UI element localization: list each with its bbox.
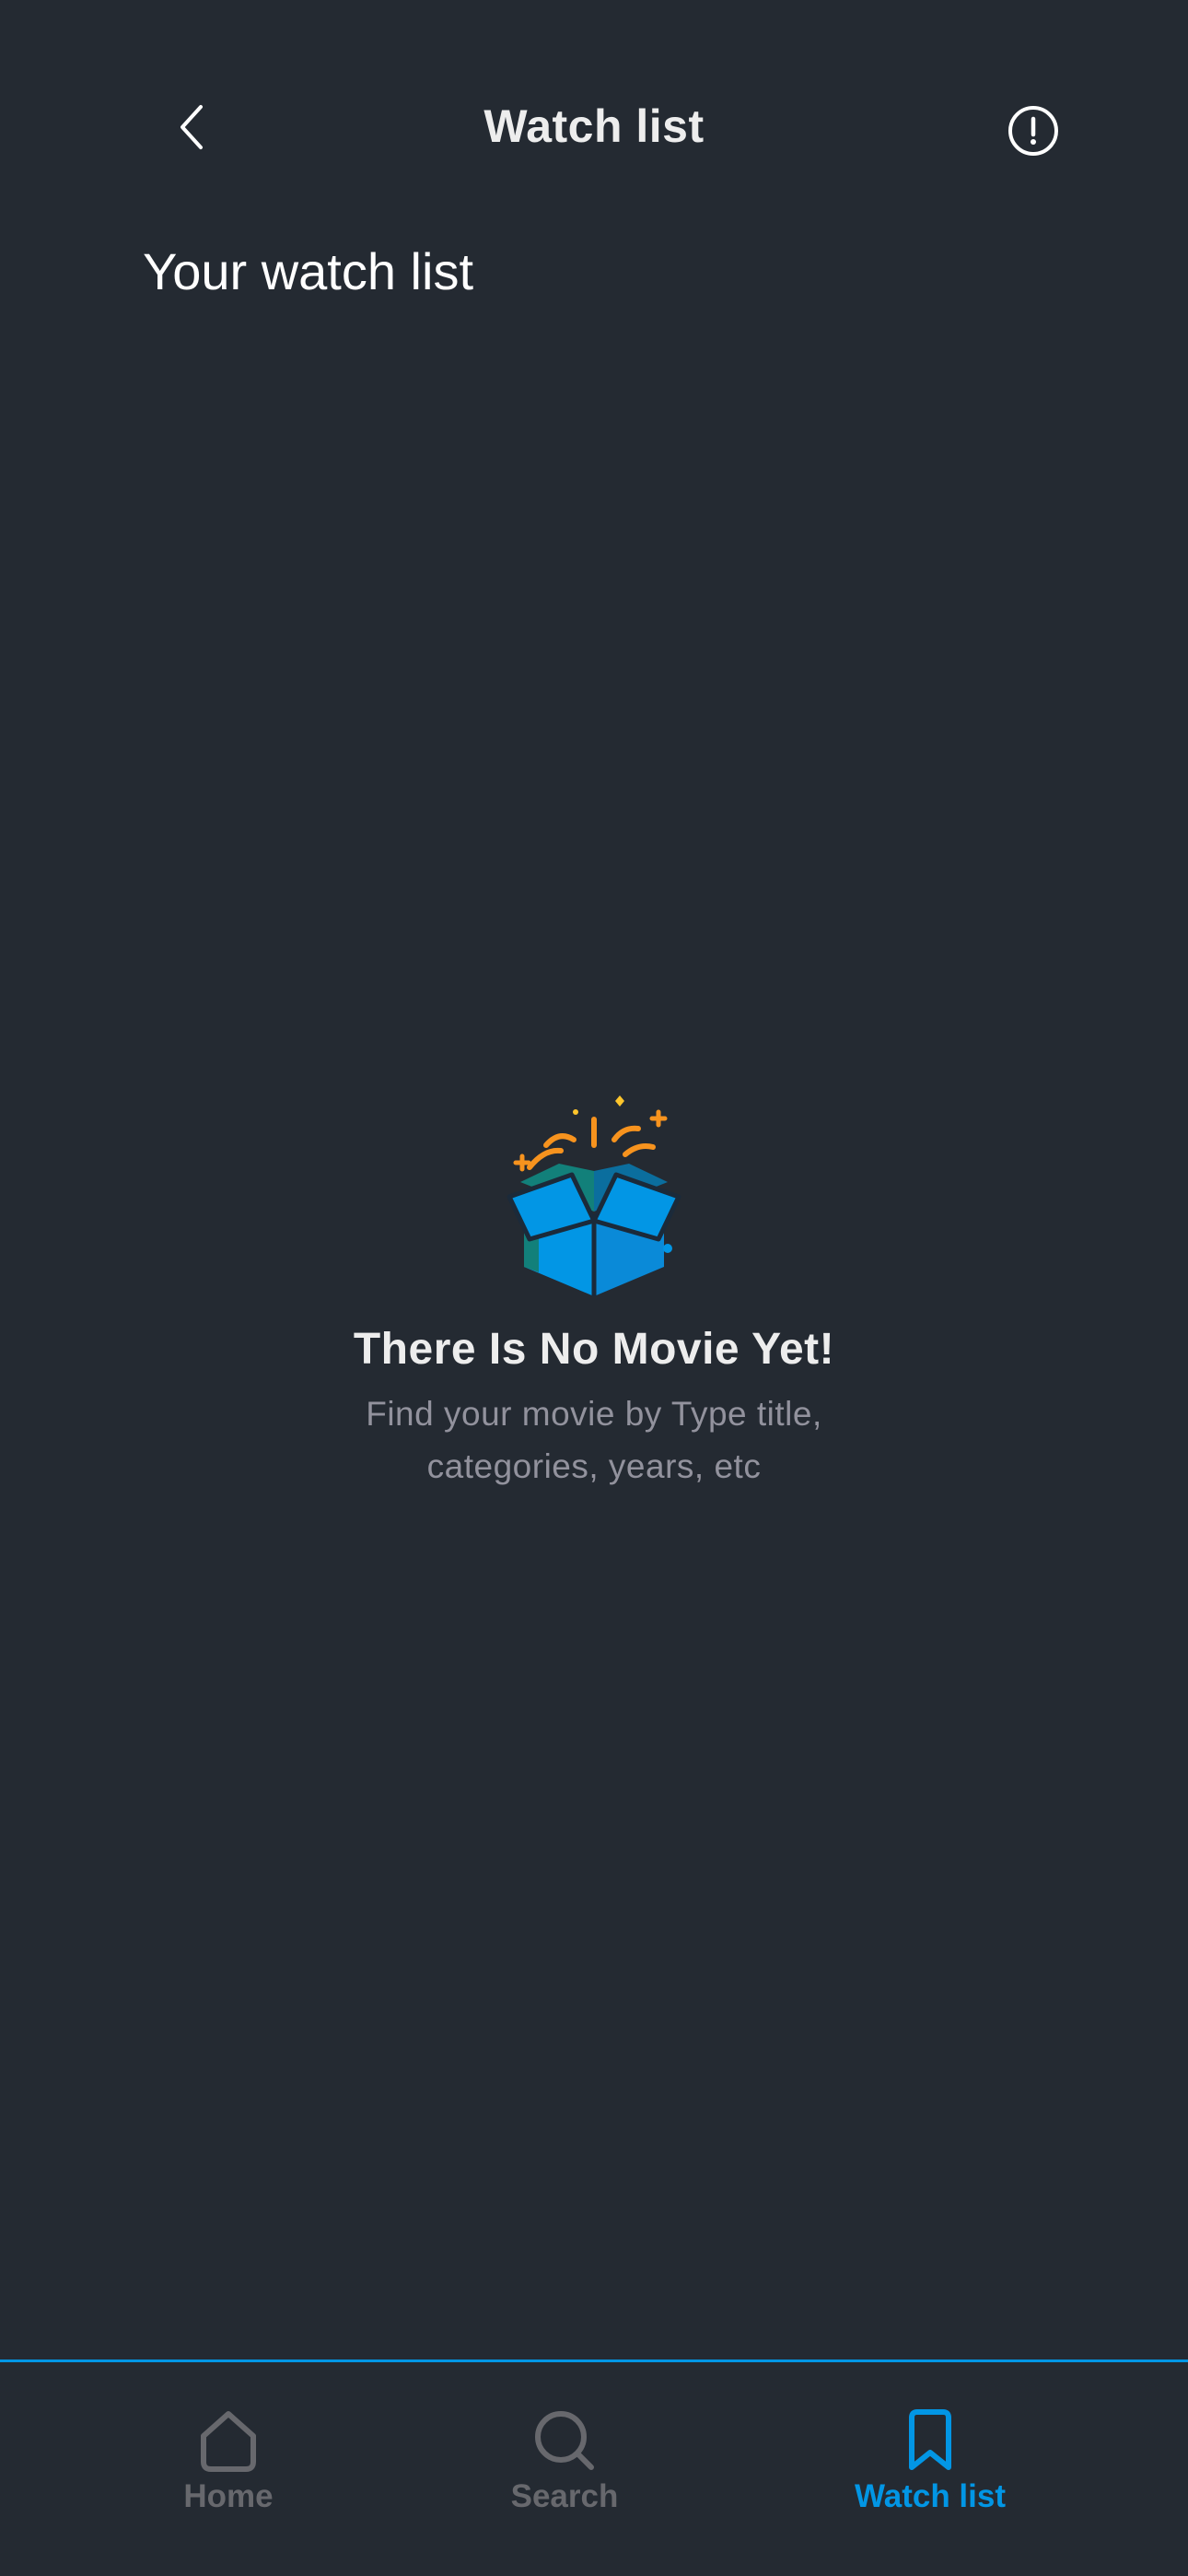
nav-item-watch-list[interactable]: Watch list [810, 2408, 1050, 2515]
nav-label-search: Search [510, 2478, 619, 2514]
empty-state: There Is No Movie Yet! Find your movie b… [0, 1083, 1188, 1493]
home-icon [201, 2411, 256, 2472]
section-title: Your watch list [143, 242, 473, 300]
nav-item-search[interactable]: Search [445, 2408, 684, 2515]
nav-label-home: Home [183, 2478, 274, 2514]
info-circle-icon [1008, 106, 1058, 156]
bottom-navigation: Home Search Watch list [0, 2359, 1188, 2576]
empty-state-title: There Is No Movie Yet! [353, 1325, 835, 1374]
search-icon [535, 2411, 594, 2470]
bookmark-icon [909, 2409, 951, 2470]
nav-item-home[interactable]: Home [109, 2408, 348, 2515]
nav-label-watch-list: Watch list [855, 2478, 1006, 2514]
top-bar: Watch list [0, 0, 1188, 221]
empty-state-subtitle: Find your movie by Type title, categorie… [366, 1395, 822, 1485]
open-box-icon [507, 1095, 681, 1296]
info-button[interactable] [998, 96, 1068, 166]
